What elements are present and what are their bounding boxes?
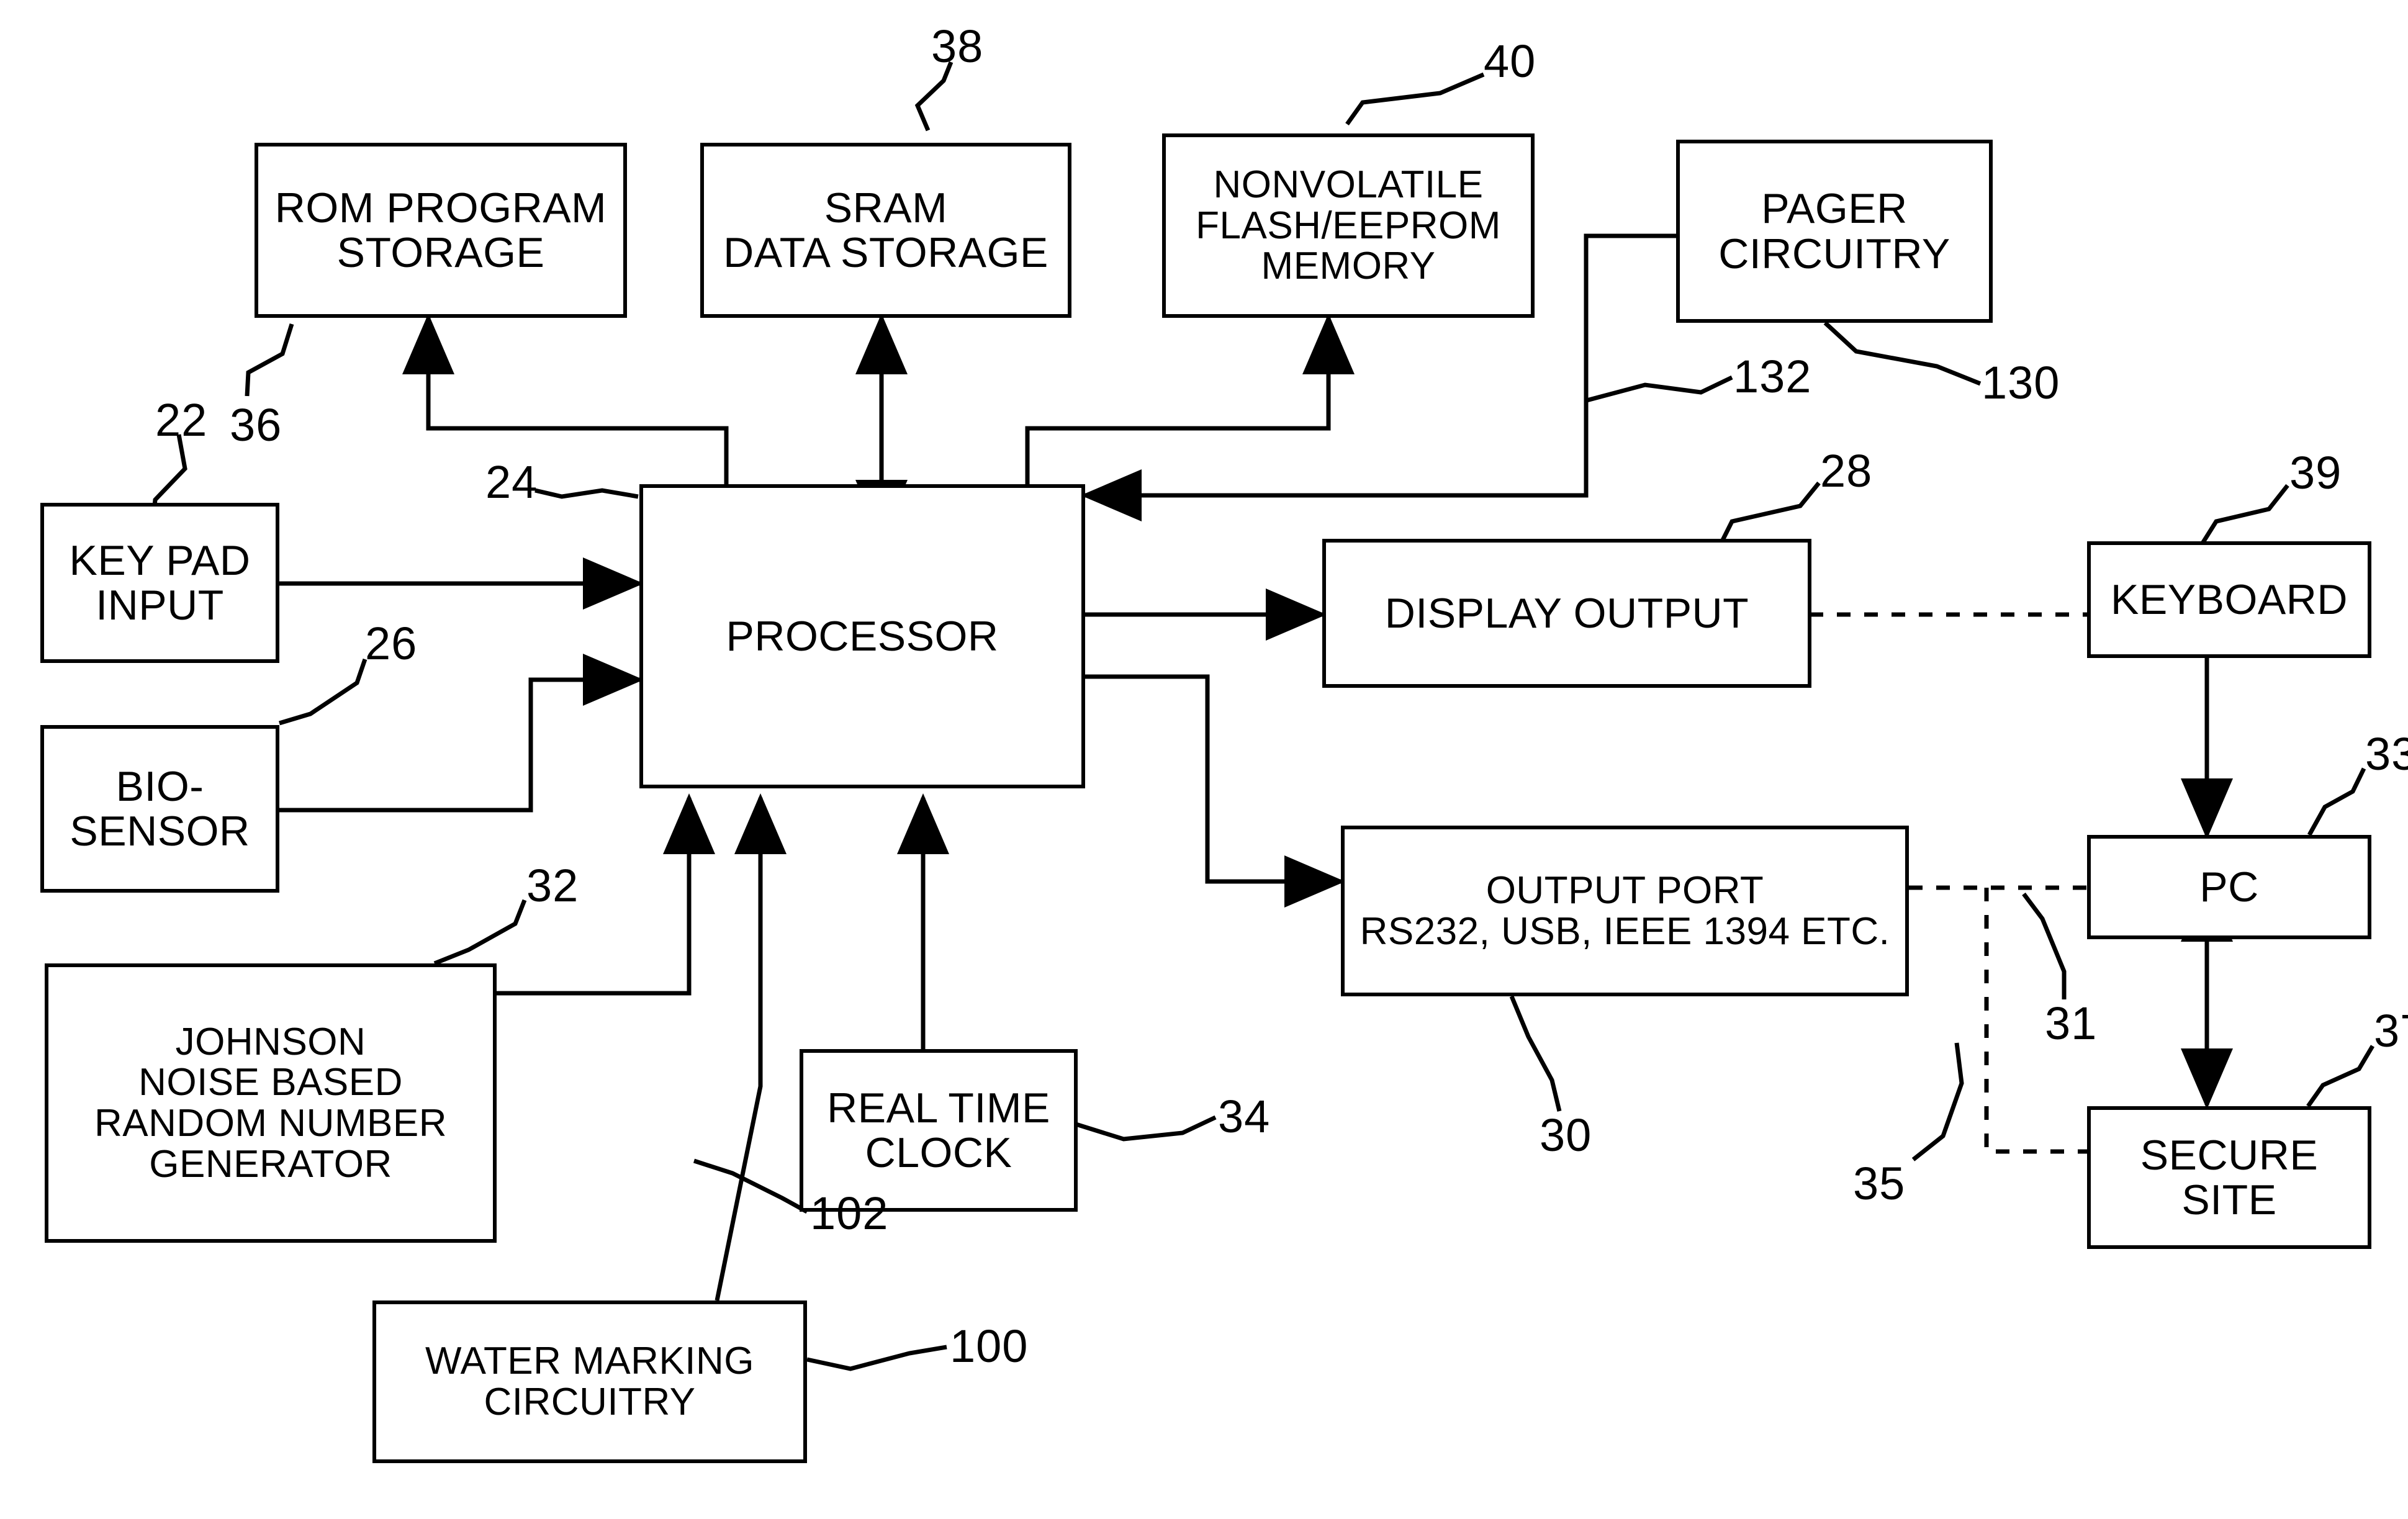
patent-figure: ROM PROGRAM STORAGE SRAM DATA STORAGE NO… (0, 0, 2408, 1519)
block-key-pad-input[interactable]: KEY PAD INPUT (40, 503, 279, 663)
secure-site-line-2: SITE (2181, 1176, 2277, 1224)
ref-numeral-39: 39 (2289, 447, 2342, 498)
johnson-line-3: RANDOM NUMBER (94, 1102, 447, 1145)
link-processor-nonvolatile (1025, 313, 1355, 484)
rom-line-2: STORAGE (336, 229, 545, 276)
ref-numeral-132: 132 (1733, 351, 1812, 402)
block-nonvolatile-memory[interactable]: NONVOLATILE FLASH/EEPROM MEMORY (1162, 133, 1535, 318)
block-output-port[interactable]: OUTPUT PORT RS232, USB, IEEE 1394 ETC. (1341, 826, 1909, 996)
johnson-line-4: GENERATOR (149, 1142, 392, 1186)
leader-31 (2022, 892, 2067, 999)
block-johnson-noise-generator[interactable]: JOHNSON NOISE BASED RANDOM NUMBER GENERA… (45, 963, 497, 1243)
ref-numeral-22: 22 (155, 394, 208, 446)
rtc-line-2: CLOCK (865, 1129, 1012, 1176)
watermark-line-1: WATER MARKING (425, 1340, 755, 1383)
leader-24 (534, 488, 639, 499)
leader-38 (914, 61, 954, 132)
ref-numeral-26: 26 (365, 618, 418, 669)
leader-30 (1509, 995, 1562, 1112)
leader-26 (278, 658, 368, 726)
pager-line-1: PAGER (1761, 185, 1908, 233)
block-rom-program-storage[interactable]: ROM PROGRAM STORAGE (255, 143, 627, 318)
link-johnson-processor (497, 793, 715, 996)
ref-numeral-34: 34 (1218, 1091, 1271, 1142)
biosensor-line-1: BIO- (115, 762, 204, 810)
sram-line-1: SRAM (824, 184, 948, 232)
link-processor-outputport (1085, 674, 1345, 908)
leader-100 (806, 1345, 947, 1371)
pc-label: PC (2199, 863, 2259, 911)
block-pc[interactable]: PC (2087, 835, 2371, 939)
ref-numeral-100: 100 (950, 1320, 1029, 1372)
watermark-line-2: CIRCUITRY (484, 1381, 696, 1423)
rtc-line-1: REAL TIME (827, 1084, 1050, 1132)
block-bio-sensor[interactable]: BIO- SENSOR (40, 725, 279, 893)
output-port-line-2: RS232, USB, IEEE 1394 ETC. (1360, 909, 1890, 953)
ref-numeral-102: 102 (810, 1188, 889, 1239)
leader-35 (1911, 1042, 1964, 1161)
leader-37 (2306, 1045, 2375, 1108)
processor-label: PROCESSOR (726, 612, 999, 660)
nonvolatile-line-1: NONVOLATILE (1213, 163, 1484, 206)
sram-line-2: DATA STORAGE (723, 229, 1048, 276)
leader-40 (1345, 72, 1485, 126)
ref-numeral-33: 33 (2365, 728, 2408, 780)
block-processor[interactable]: PROCESSOR (639, 484, 1085, 788)
leader-130 (1823, 321, 1982, 386)
leader-34 (1073, 1115, 1217, 1142)
output-port-line-1: OUTPUT PORT (1486, 868, 1764, 912)
link-watermark-processor (715, 793, 787, 1301)
ref-numeral-40: 40 (1484, 35, 1536, 87)
keypad-line-1: KEY PAD (69, 536, 251, 584)
ref-numeral-130: 130 (1982, 357, 2060, 408)
nonvolatile-line-2: FLASH/EEPROM (1196, 204, 1501, 247)
link-processor-rom (402, 313, 729, 484)
block-pager-circuitry[interactable]: PAGER CIRCUITRY (1676, 140, 1993, 323)
ref-numeral-30: 30 (1540, 1109, 1592, 1161)
ref-numeral-28: 28 (1820, 445, 1873, 497)
pager-line-2: CIRCUITRY (1718, 230, 1950, 277)
display-output-label: DISPLAY OUTPUT (1384, 589, 1749, 637)
johnson-line-2: NOISE BASED (138, 1061, 403, 1104)
leader-28 (1717, 481, 1821, 548)
biosensor-line-2: SENSOR (70, 808, 250, 855)
ref-numeral-35: 35 (1853, 1158, 1906, 1209)
keyboard-label: KEYBOARD (2111, 575, 2348, 623)
block-display-output[interactable]: DISPLAY OUTPUT (1322, 539, 1811, 688)
leader-32 (433, 899, 527, 966)
ref-numeral-37: 37 (2374, 1005, 2408, 1057)
johnson-line-1: JOHNSON (175, 1020, 366, 1063)
leader-132 (1586, 375, 1733, 403)
secure-site-line-1: SECURE (2140, 1131, 2319, 1179)
block-sram-data-storage[interactable]: SRAM DATA STORAGE (700, 143, 1071, 318)
ref-numeral-36: 36 (230, 399, 282, 451)
rom-line-1: ROM PROGRAM (274, 184, 607, 232)
nonvolatile-line-3: MEMORY (1261, 245, 1436, 288)
ref-numeral-24: 24 (485, 456, 538, 508)
ref-numeral-31: 31 (2045, 998, 2098, 1049)
block-keyboard[interactable]: KEYBOARD (2087, 541, 2371, 658)
leader-36 (245, 323, 294, 397)
leader-33 (2307, 767, 2366, 836)
keypad-line-2: INPUT (96, 582, 224, 629)
leader-102 (693, 1158, 808, 1214)
block-secure-site[interactable]: SECURE SITE (2087, 1106, 2371, 1249)
block-water-marking-circuitry[interactable]: WATER MARKING CIRCUITRY (372, 1300, 807, 1463)
ref-numeral-32: 32 (526, 860, 579, 911)
ref-numeral-38: 38 (931, 20, 984, 72)
leader-39 (2201, 484, 2289, 544)
